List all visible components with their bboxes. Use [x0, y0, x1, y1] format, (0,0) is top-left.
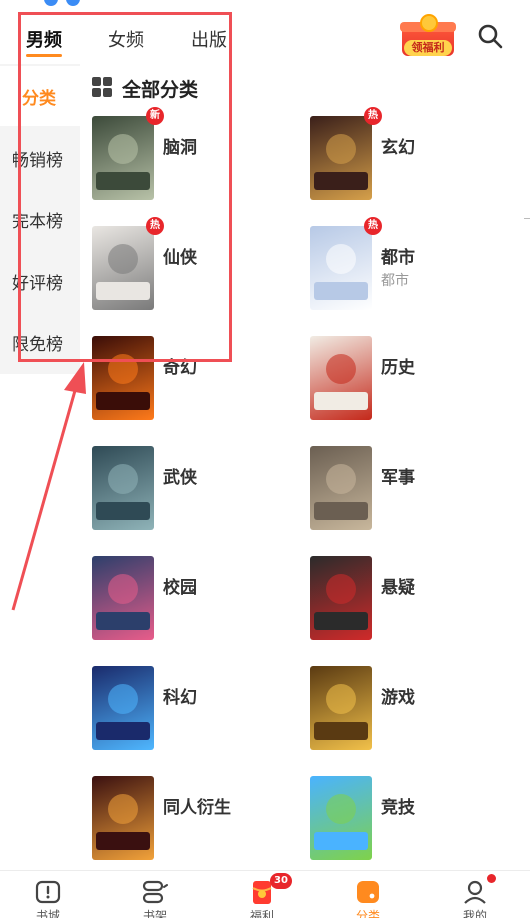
bookstore-icon [35, 880, 61, 904]
category-item[interactable]: 游戏 [310, 666, 510, 752]
category-name: 竞技 [381, 798, 415, 818]
notification-dot [487, 874, 496, 883]
nav-label: 我的 [462, 909, 487, 918]
nav-label: 书架 [142, 909, 167, 918]
category-icon [357, 881, 379, 903]
category-name: 玄幻 [381, 138, 415, 158]
edge-divider [524, 218, 530, 219]
book-cover [310, 116, 372, 200]
status-app-icon [44, 0, 58, 6]
book-cover [92, 446, 154, 530]
category-item[interactable]: 武侠 [92, 446, 292, 532]
nav-label: 福利 [249, 909, 274, 918]
book-cover [310, 226, 372, 310]
category-name: 军事 [381, 468, 415, 488]
category-name: 校园 [163, 578, 197, 598]
book-cover [92, 666, 154, 750]
annotation-arrow [11, 362, 86, 611]
category-name: 科幻 [163, 688, 197, 708]
book-cover [310, 666, 372, 750]
nav-label: 书城 [35, 909, 60, 918]
profile-icon [464, 880, 486, 904]
nav-label: 分类 [355, 909, 380, 918]
category-item[interactable]: 热 都市 都市 [310, 217, 510, 312]
nav-welfare[interactable]: 30 福利 [222, 871, 302, 918]
category-item[interactable]: 科幻 [92, 666, 292, 752]
book-cover [310, 446, 372, 530]
category-item[interactable]: 军事 [310, 446, 510, 532]
category-name: 历史 [381, 358, 415, 378]
search-icon [478, 24, 503, 49]
category-name: 同人衍生 [163, 798, 231, 818]
category-subtitle: 都市 [381, 273, 409, 289]
category-item[interactable]: 校园 [92, 556, 292, 642]
nav-badge: 30 [270, 873, 292, 889]
category-item[interactable]: 热 玄幻 [310, 107, 510, 202]
bookshelf-icon [142, 880, 168, 904]
nav-bookshelf[interactable]: 书架 [115, 871, 195, 918]
book-cover [92, 776, 154, 860]
category-name: 武侠 [163, 468, 197, 488]
welfare-button[interactable]: 领福利 [398, 14, 458, 58]
category-name: 都市 [381, 248, 415, 268]
book-cover [310, 336, 372, 420]
category-item[interactable]: 历史 [310, 336, 510, 422]
welfare-label: 领福利 [404, 40, 452, 56]
search-button[interactable] [476, 22, 504, 50]
category-item[interactable]: 悬疑 [310, 556, 510, 642]
annotation-highlight-box [18, 12, 232, 362]
book-cover [310, 556, 372, 640]
nav-profile[interactable]: 我的 [435, 871, 515, 918]
coin-icon [420, 14, 438, 32]
bottom-nav: 书城 书架 30 福利 分类 我的 [0, 870, 530, 918]
book-cover [310, 776, 372, 860]
status-bar [0, 0, 530, 8]
status-app-icon [66, 0, 80, 6]
category-badge: 热 [364, 107, 382, 125]
book-cover [92, 556, 154, 640]
category-name: 悬疑 [381, 578, 415, 598]
category-name: 游戏 [381, 688, 415, 708]
category-badge: 热 [364, 217, 382, 235]
category-item[interactable]: 同人衍生 [92, 776, 292, 862]
category-item[interactable]: 竞技 [310, 776, 510, 862]
nav-category[interactable]: 分类 [328, 871, 408, 918]
nav-bookstore[interactable]: 书城 [8, 871, 88, 918]
